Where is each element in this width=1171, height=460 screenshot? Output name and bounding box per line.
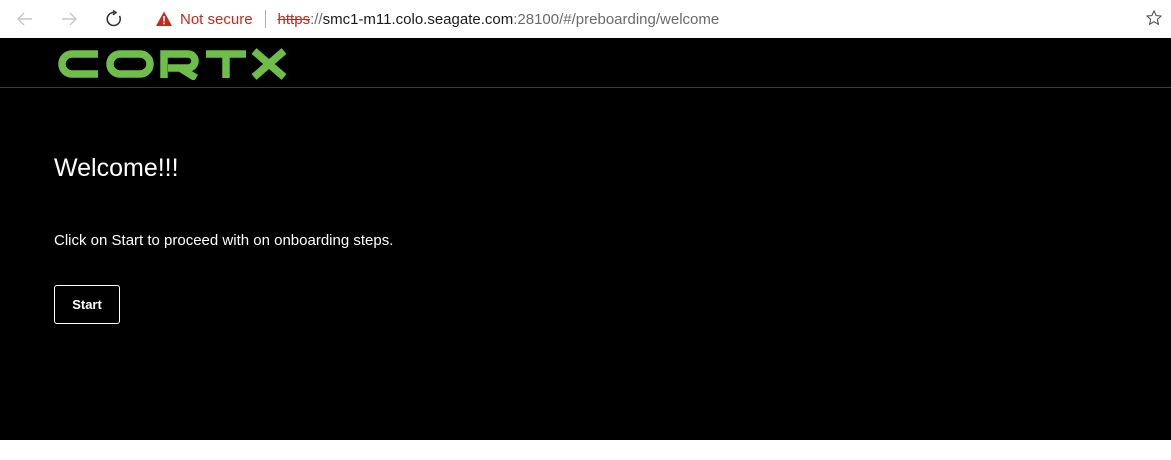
- forward-arrow-icon: [62, 12, 77, 26]
- back-arrow-icon: [17, 12, 32, 26]
- address-bar[interactable]: Not secure https://smc1-m11.colo.seagate…: [143, 3, 1171, 35]
- forward-button[interactable]: [56, 6, 82, 32]
- instruction-text: Click on Start to proceed with on onboar…: [54, 232, 394, 249]
- url-separator: ://: [310, 10, 323, 28]
- page-title: Welcome!!!: [54, 154, 179, 182]
- app-container: Welcome!!! Click on Start to proceed wit…: [0, 38, 1171, 440]
- security-status[interactable]: Not secure: [180, 11, 253, 28]
- cortx-logo: [58, 48, 287, 80]
- star-icon[interactable]: [1145, 9, 1163, 27]
- app-header: [0, 38, 1171, 88]
- refresh-button[interactable]: [101, 6, 127, 32]
- url-host: smc1-m11.colo.seagate.com: [322, 10, 514, 28]
- url-text[interactable]: https://smc1-m11.colo.seagate.com:28100/…: [278, 11, 720, 28]
- url-scheme: https: [277, 10, 311, 28]
- url-path: :28100/#/preboarding/welcome: [513, 10, 720, 28]
- address-divider: [264, 10, 266, 28]
- refresh-icon: [106, 10, 121, 27]
- start-button[interactable]: Start: [54, 285, 120, 324]
- warning-icon: [156, 11, 172, 26]
- back-button[interactable]: [12, 6, 38, 32]
- browser-toolbar: Not secure https://smc1-m11.colo.seagate…: [0, 0, 1171, 38]
